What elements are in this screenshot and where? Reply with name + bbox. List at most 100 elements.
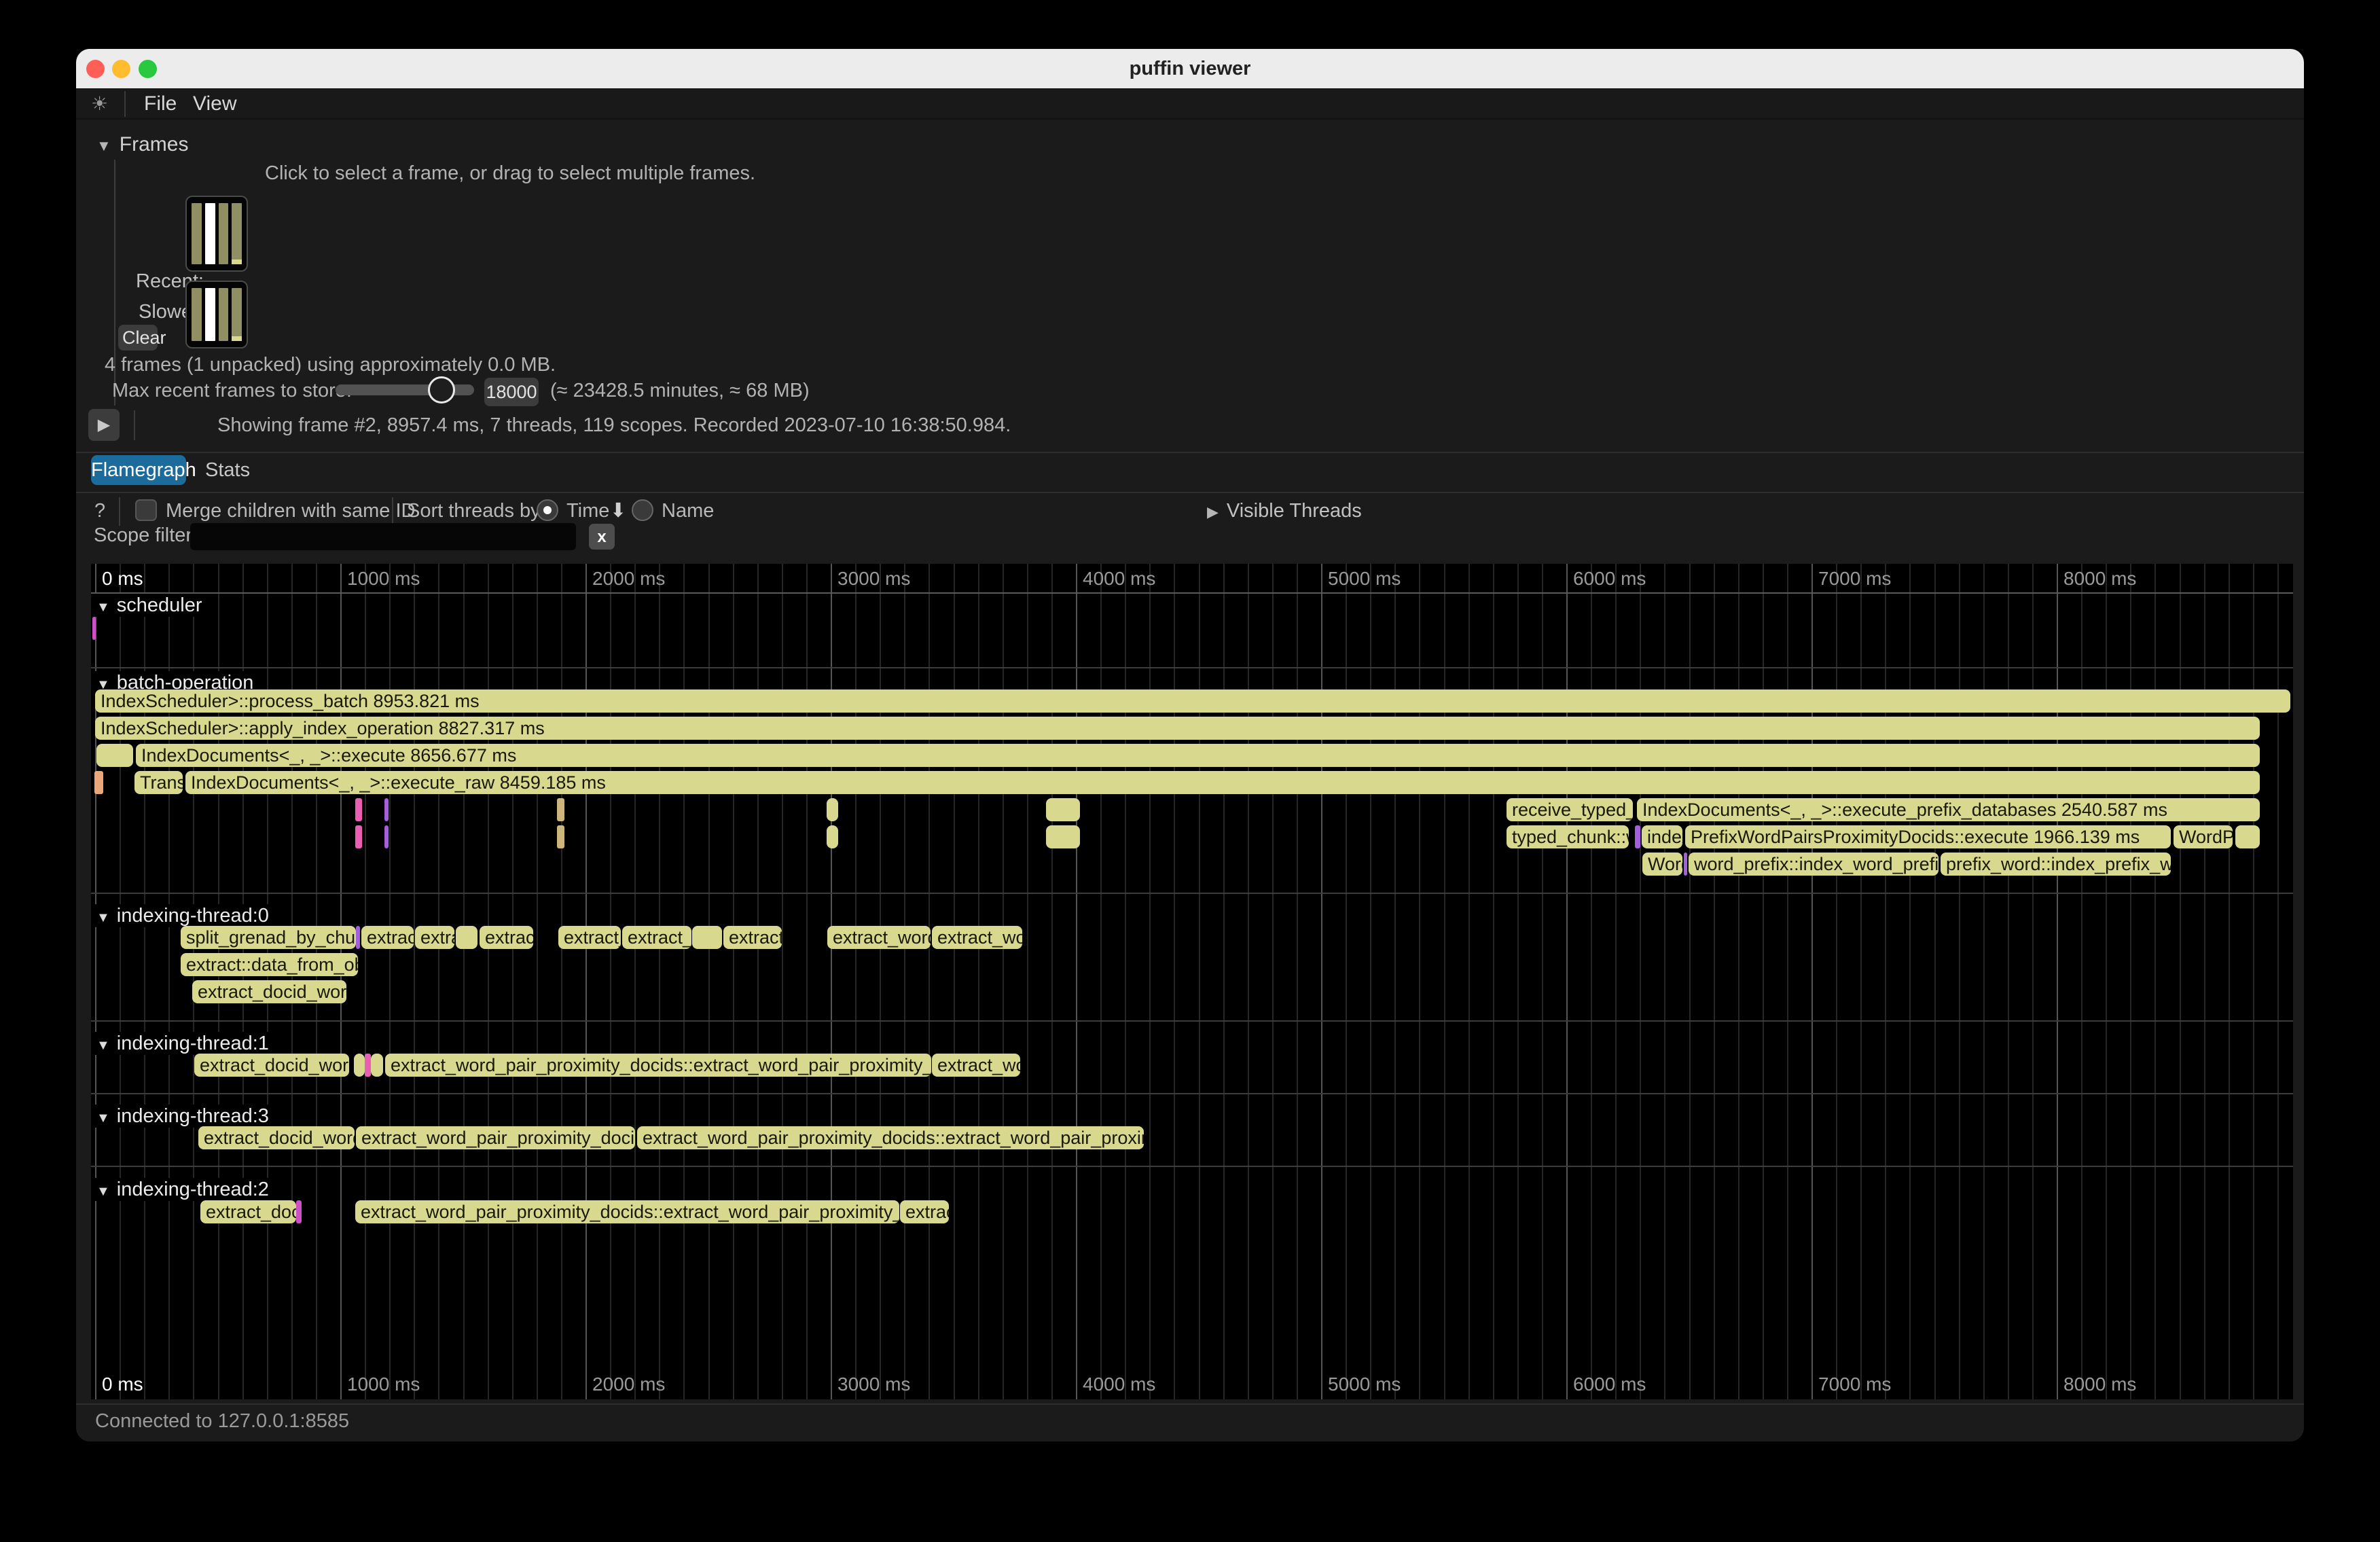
max-frames-slider[interactable]: [336, 384, 474, 395]
menu-file[interactable]: File: [144, 88, 177, 120]
recent-frames-thumbnail[interactable]: [185, 196, 248, 272]
flame-bar[interactable]: typed_chunk::w: [1507, 825, 1629, 848]
axis-tick-label: 2000 ms: [592, 1374, 665, 1395]
slowest-frames-thumbnail[interactable]: [185, 281, 248, 348]
clear-filter-button[interactable]: x: [589, 524, 615, 550]
flame-bar[interactable]: WordPr: [2174, 825, 2233, 848]
flame-bar[interactable]: extract_word: [827, 926, 931, 949]
flame-bar[interactable]: [557, 798, 564, 821]
flame-bar[interactable]: [827, 798, 838, 821]
flame-bar[interactable]: extra: [415, 926, 454, 949]
help-button[interactable]: ?: [94, 499, 105, 523]
sort-direction-arrow-icon[interactable]: ⬇: [610, 499, 626, 523]
sort-name-label[interactable]: Name: [662, 499, 714, 523]
flame-bar[interactable]: [1635, 825, 1640, 848]
tab-stats[interactable]: Stats: [205, 455, 250, 485]
flame-bar[interactable]: Word: [1642, 853, 1682, 876]
flame-bar[interactable]: split_grenad_by_chun: [181, 926, 356, 949]
flame-bar[interactable]: extrac: [480, 926, 533, 949]
flame-bar[interactable]: [557, 825, 564, 848]
flame-bar[interactable]: extract: [361, 926, 414, 949]
flame-bar[interactable]: extract: [723, 926, 782, 949]
flame-bar[interactable]: extract_: [558, 926, 621, 949]
flame-bar[interactable]: [384, 798, 389, 821]
flame-bar[interactable]: [92, 617, 96, 640]
flame-bar[interactable]: [827, 825, 838, 848]
flame-bar[interactable]: receive_typed_: [1507, 798, 1633, 821]
frame-stripe[interactable]: [232, 288, 242, 341]
frame-stripe[interactable]: [205, 288, 215, 341]
flame-bar[interactable]: word_prefix::index_word_prefix_: [1689, 853, 1939, 876]
frame-stripe[interactable]: [192, 203, 202, 264]
flame-bar[interactable]: IndexDocuments<_, _>::execute_raw 8459.1…: [185, 771, 2260, 794]
flame-bar[interactable]: [1046, 825, 1080, 848]
collapse-triangle-icon: ▼: [96, 1111, 110, 1126]
thread-header-scheduler[interactable]: ▼scheduler: [91, 594, 212, 617]
flame-bar[interactable]: [2235, 825, 2260, 848]
flame-bar[interactable]: extract_word_pair_proximity_docids::extr…: [637, 1126, 1144, 1149]
flame-bar[interactable]: index: [1642, 825, 1682, 848]
flame-bar[interactable]: [354, 1054, 365, 1077]
axis-tick-label: 6000 ms: [1573, 1374, 1646, 1395]
sort-time-radio[interactable]: [537, 499, 558, 521]
frame-stripe[interactable]: [232, 203, 242, 264]
flame-bar[interactable]: extract_word_pair_proximity_docids::extr…: [355, 1200, 899, 1223]
flame-bar[interactable]: prefix_word::index_prefix_wo: [1941, 853, 2171, 876]
frame-stripe[interactable]: [205, 203, 215, 264]
flame-bar[interactable]: IndexDocuments<_, _>::execute_prefix_dat…: [1637, 798, 2260, 821]
theme-toggle-icon[interactable]: ☀: [91, 88, 108, 120]
flame-bar[interactable]: [384, 825, 389, 848]
flame-bar[interactable]: IndexScheduler>::apply_index_operation 8…: [95, 717, 2260, 740]
flame-bar[interactable]: extract_docid_word: [194, 1054, 349, 1077]
sort-time-label[interactable]: Time: [566, 499, 609, 523]
flame-bar[interactable]: extract_word_pair_proximity_docids: [356, 1126, 635, 1149]
titlebar[interactable]: puffin viewer: [76, 49, 2304, 88]
slider-knob[interactable]: [428, 376, 455, 404]
thread-header-indexing-thread-1[interactable]: ▼indexing-thread:1: [91, 1032, 278, 1055]
flame-bar[interactable]: Trans: [134, 771, 183, 794]
sort-threads-label: Sort threads by:: [407, 499, 546, 523]
flame-bar[interactable]: [456, 926, 477, 949]
flame-bar[interactable]: [94, 771, 103, 794]
flame-bar[interactable]: [355, 825, 362, 848]
flame-bar[interactable]: [692, 926, 722, 949]
flame-bar[interactable]: extract_wo: [932, 926, 1022, 949]
flame-bar[interactable]: extract_docid_word: [192, 980, 346, 1003]
thread-header-indexing-thread-2[interactable]: ▼indexing-thread:2: [91, 1178, 278, 1201]
flame-bar[interactable]: extract_doc: [200, 1200, 296, 1223]
flame-bar[interactable]: [356, 926, 360, 949]
flame-bar[interactable]: IndexDocuments<_, _>::execute 8656.677 m…: [136, 744, 2260, 767]
merge-children-checkbox[interactable]: [135, 499, 157, 521]
flame-bar[interactable]: IndexScheduler>::process_batch 8953.821 …: [95, 689, 2290, 713]
flame-bar[interactable]: extrac: [900, 1200, 949, 1223]
flame-bar[interactable]: extract_docid_word: [198, 1126, 355, 1149]
max-frames-value[interactable]: 18000: [484, 378, 539, 406]
flame-bar[interactable]: PrefixWordPairsProximityDocids::execute …: [1685, 825, 2171, 848]
flame-bar[interactable]: extract_wo: [932, 1054, 1020, 1077]
flamegraph-canvas[interactable]: 0 ms0 ms1000 ms1000 ms2000 ms2000 ms3000…: [91, 564, 2293, 1399]
frame-stripe[interactable]: [192, 288, 202, 341]
visible-threads-collapser[interactable]: ▶Visible Threads: [1207, 499, 1362, 523]
frame-stripe[interactable]: [219, 288, 229, 341]
flame-bar[interactable]: [1046, 798, 1080, 821]
flame-bar[interactable]: [96, 744, 133, 767]
frames-section-header[interactable]: ▼Frames: [96, 133, 188, 156]
play-button[interactable]: ▶: [88, 409, 120, 441]
tab-flamegraph[interactable]: Flamegraph: [91, 455, 186, 485]
flame-bar[interactable]: extract_word_pair_proximity_docids::extr…: [385, 1054, 931, 1077]
flame-bar[interactable]: extract::data_from_ob: [181, 953, 358, 976]
frame-stripe[interactable]: [219, 203, 229, 264]
collapse-triangle-icon: ▼: [96, 1184, 110, 1199]
flame-bar[interactable]: [355, 798, 362, 821]
scope-filter-input[interactable]: [190, 523, 576, 550]
menu-view[interactable]: View: [193, 88, 236, 120]
clear-button[interactable]: Clear: [118, 325, 158, 351]
flame-bar[interactable]: [371, 1054, 383, 1077]
thread-header-indexing-thread-3[interactable]: ▼indexing-thread:3: [91, 1105, 278, 1128]
flame-bar[interactable]: [1684, 853, 1687, 876]
sort-name-radio[interactable]: [632, 499, 653, 521]
flame-bar[interactable]: [296, 1200, 302, 1223]
flame-bar[interactable]: extract_: [622, 926, 691, 949]
thread-header-indexing-thread-0[interactable]: ▼indexing-thread:0: [91, 904, 278, 927]
flame-bar[interactable]: [365, 1054, 371, 1077]
